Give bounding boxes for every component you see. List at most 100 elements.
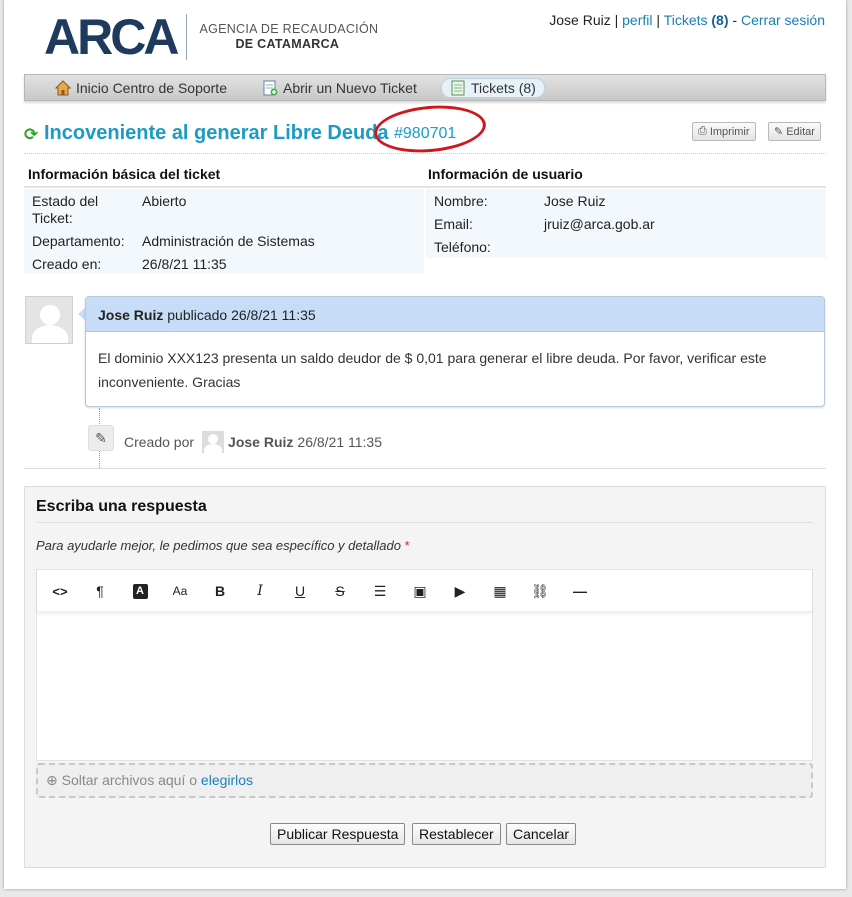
file-dropzone[interactable]: ⊕ Soltar archivos aquí o elegirlos bbox=[36, 763, 813, 798]
nav-item-label: Inicio Centro de Soporte bbox=[76, 80, 227, 96]
row-label: Departamento: bbox=[32, 233, 125, 249]
row-value: jruiz@arca.gob.ar bbox=[544, 216, 655, 232]
reply-divider bbox=[36, 522, 813, 523]
tickets-link[interactable]: Tickets (8) bbox=[664, 12, 729, 28]
edit-button-label: Editar bbox=[786, 125, 815, 138]
nav-item-label: Tickets (8) bbox=[471, 80, 536, 96]
required-mark: * bbox=[404, 538, 410, 553]
table-icon: ▦ bbox=[493, 582, 507, 599]
row-label: Teléfono: bbox=[434, 239, 491, 255]
code-button[interactable]: <> bbox=[45, 579, 75, 603]
nav-item-label: Abrir un Nuevo Ticket bbox=[283, 80, 417, 96]
drop-text: Soltar archivos aquí o bbox=[61, 772, 198, 788]
bold-icon: B bbox=[214, 583, 226, 599]
user-info-heading: Información de usuario bbox=[424, 166, 826, 188]
agency-logo[interactable]: ARCA AGENCIA DE RECAUDACIÓN DE CATAMARCA bbox=[44, 10, 378, 64]
print-button[interactable]: ⎙ Imprimir bbox=[692, 122, 756, 141]
message-meta: publicado 26/8/21 11:35 bbox=[167, 307, 316, 323]
logo-word: ARCA bbox=[44, 9, 179, 65]
cancel-button[interactable]: Cancelar bbox=[506, 823, 577, 845]
event-time: 26/8/21 11:35 bbox=[297, 434, 383, 450]
nav-item-tickets[interactable]: Tickets (8) bbox=[441, 78, 545, 98]
horizontal-rule-button[interactable]: — bbox=[565, 579, 595, 603]
row-label: Email: bbox=[434, 216, 473, 232]
reply-form: Escriba una respuesta Para ayudarle mejo… bbox=[24, 486, 826, 868]
tickets-link-label: Tickets bbox=[663, 12, 708, 28]
profile-link[interactable]: perfil bbox=[622, 12, 652, 28]
print-icon: ⎙ bbox=[698, 125, 707, 137]
editor-toolbar: <> ¶ A Aa B I U S ☰ ▣ ▶ ▦ ⛓ — bbox=[37, 570, 812, 612]
image-icon: ▣ bbox=[413, 582, 427, 599]
strikethrough-button[interactable]: S bbox=[325, 579, 355, 603]
list-button[interactable]: ☰ bbox=[365, 579, 395, 603]
row-value: 26/8/21 11:35 bbox=[142, 256, 227, 272]
row-value: Jose Ruiz bbox=[544, 193, 606, 209]
edit-button[interactable]: ✎ Editar bbox=[768, 122, 821, 141]
new-ticket-icon bbox=[263, 80, 278, 96]
table-button[interactable]: ▦ bbox=[485, 579, 515, 603]
video-button[interactable]: ▶ bbox=[445, 579, 475, 603]
font-size-button[interactable]: Aa bbox=[165, 579, 195, 603]
submit-reply-button[interactable]: Publicar Respuesta bbox=[270, 823, 406, 845]
logout-link[interactable]: Cerrar sesión bbox=[741, 12, 825, 28]
home-icon bbox=[55, 80, 71, 96]
avatar bbox=[25, 296, 73, 344]
image-button[interactable]: ▣ bbox=[405, 579, 435, 603]
refresh-icon[interactable]: ⟳ bbox=[24, 125, 38, 145]
logo-divider bbox=[186, 14, 188, 60]
link-icon: ⛓ bbox=[531, 582, 549, 599]
link-button[interactable]: ⛓ bbox=[525, 579, 555, 603]
list-icon: ☰ bbox=[373, 582, 387, 599]
agency-name: AGENCIA DE RECAUDACIÓN DE CATAMARCA bbox=[199, 22, 378, 52]
reset-button[interactable]: Restablecer bbox=[412, 823, 501, 845]
page: ARCA AGENCIA DE RECAUDACIÓN DE CATAMARCA… bbox=[4, 0, 846, 889]
user-bar-separator: - bbox=[732, 12, 738, 28]
underline-icon: U bbox=[294, 583, 306, 599]
text-color-icon: A bbox=[132, 583, 148, 599]
strikethrough-icon: S bbox=[335, 583, 345, 599]
horizontal-rule-icon: — bbox=[573, 583, 587, 599]
bold-button[interactable]: B bbox=[205, 579, 235, 603]
section-divider bbox=[24, 468, 826, 469]
edit-icon: ✎ bbox=[774, 126, 784, 138]
paragraph-icon: ¶ bbox=[96, 583, 104, 599]
message-author: Jose Ruiz bbox=[98, 307, 164, 323]
underline-button[interactable]: U bbox=[285, 579, 315, 603]
reply-title: Escriba una respuesta bbox=[36, 498, 207, 515]
code-icon: <> bbox=[52, 583, 68, 599]
reply-hint: Para ayudarle mejor, le pedimos que sea … bbox=[36, 538, 410, 553]
video-icon: ▶ bbox=[454, 582, 466, 599]
italic-button[interactable]: I bbox=[245, 579, 275, 603]
event-author: Jose Ruiz bbox=[228, 434, 294, 450]
agency-line1: AGENCIA DE RECAUDACIÓN bbox=[199, 22, 379, 36]
user-bar-separator: | bbox=[614, 12, 619, 28]
paragraph-button[interactable]: ¶ bbox=[85, 579, 115, 603]
thread-message: Jose Ruiz publicado 26/8/21 11:35 El dom… bbox=[85, 296, 825, 407]
main-nav: Inicio Centro de Soporte Abrir un Nuevo … bbox=[24, 74, 826, 101]
upload-icon: ⊕ bbox=[46, 772, 58, 788]
nav-item-new-ticket[interactable]: Abrir un Nuevo Ticket bbox=[254, 78, 425, 98]
message-body: El dominio XXX123 presenta un saldo deud… bbox=[98, 350, 767, 390]
thread-event: Creado por Jose Ruiz 26/8/21 11:35 bbox=[124, 431, 382, 453]
font-size-icon: Aa bbox=[172, 584, 188, 598]
tickets-icon bbox=[451, 80, 465, 96]
row-value: Administración de Sistemas bbox=[142, 233, 315, 249]
user-bar: Jose Ruiz | perfil | Tickets (8) - Cerra… bbox=[549, 12, 825, 28]
rich-text-editor[interactable]: <> ¶ A Aa B I U S ☰ ▣ ▶ ▦ ⛓ — bbox=[36, 569, 813, 761]
user-bar-separator: | bbox=[656, 12, 661, 28]
magic-wand-icon: ✎ bbox=[88, 425, 114, 451]
row-label: Estado del Ticket: bbox=[32, 193, 99, 226]
red-highlight-circle bbox=[372, 101, 488, 157]
basic-info-table: Estado del Ticket: Abierto Departamento:… bbox=[24, 189, 424, 274]
text-color-button[interactable]: A bbox=[125, 579, 155, 603]
ticket-title-row: ⟳ Incoveniente al generar Libre Deuda #9… bbox=[24, 101, 826, 157]
event-avatar bbox=[202, 431, 225, 453]
nav-item-support-home[interactable]: Inicio Centro de Soporte bbox=[47, 78, 235, 98]
reply-hint-text: Para ayudarle mejor, le pedimos que sea … bbox=[36, 538, 401, 553]
agency-line2: DE CATAMARCA bbox=[235, 37, 340, 51]
print-button-label: Imprimir bbox=[709, 125, 750, 138]
tickets-count: (8) bbox=[711, 12, 729, 28]
editor-content-area[interactable] bbox=[37, 613, 812, 761]
choose-files-link[interactable]: elegirlos bbox=[201, 772, 253, 788]
event-prefix: Creado por bbox=[124, 434, 195, 450]
